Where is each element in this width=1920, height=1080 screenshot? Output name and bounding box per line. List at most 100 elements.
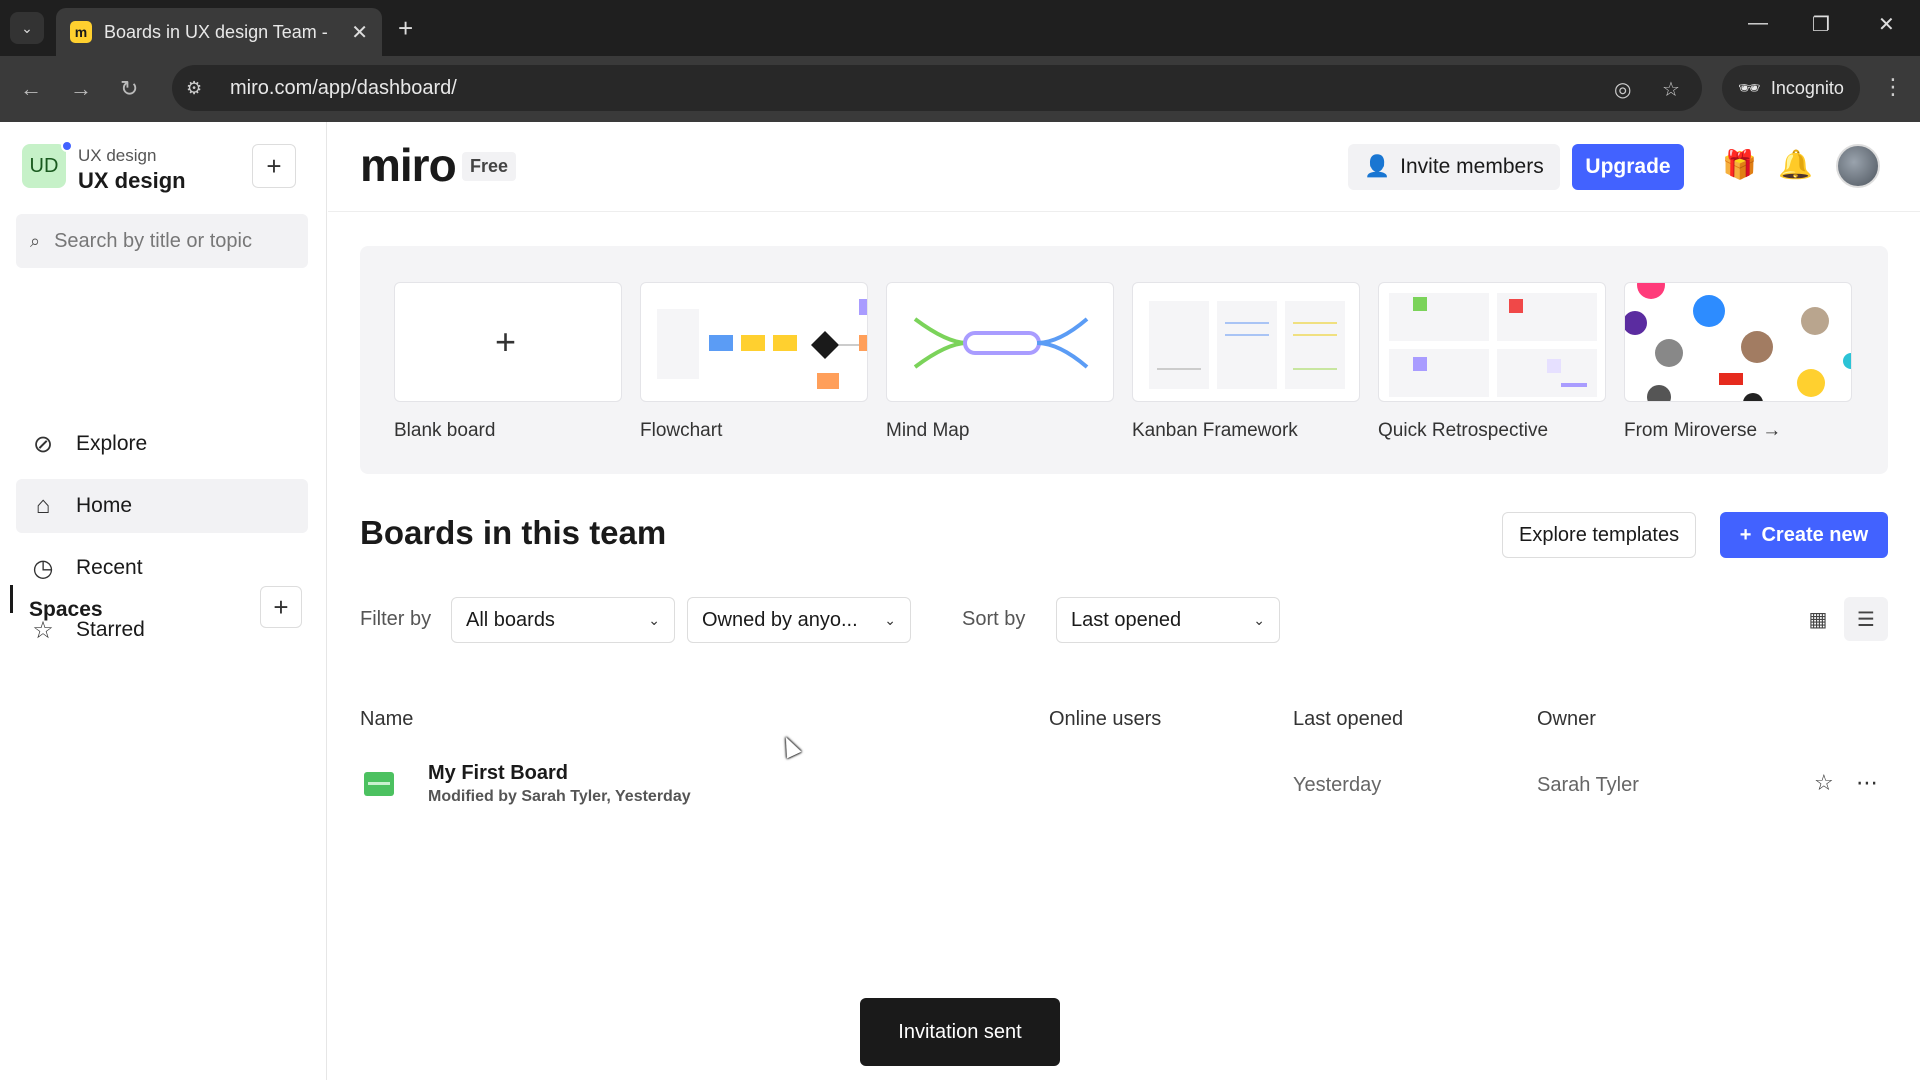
sidebar-item-label: Explore <box>76 432 148 455</box>
user-avatar[interactable] <box>1836 144 1880 188</box>
template-flowchart[interactable]: Flowchart <box>640 282 868 442</box>
flowchart-preview-icon <box>657 299 867 389</box>
filter-label: Filter by <box>360 608 432 630</box>
tab-title: Boards in UX design Team - Mir <box>104 21 334 42</box>
clock-icon: ◷ <box>32 554 54 582</box>
table-row[interactable]: My First Board Modified by Sarah Tyler, … <box>344 742 1888 822</box>
template-thumbnail[interactable]: + <box>394 282 622 402</box>
miro-favicon-icon: m <box>70 21 92 43</box>
column-header-last-opened[interactable]: Last opened <box>1293 708 1403 731</box>
add-team-button[interactable]: + <box>252 144 296 188</box>
owner-filter-select[interactable]: Owned by anyo... ⌄ <box>687 597 911 643</box>
star-icon[interactable]: ☆ <box>1814 770 1834 796</box>
chevron-down-icon: ⌄ <box>1253 611 1265 628</box>
template-quick-retrospective[interactable]: Quick Retrospective <box>1378 282 1606 442</box>
restore-icon[interactable]: ❐ <box>1812 12 1830 37</box>
template-label: From Miroverse → <box>1624 420 1782 441</box>
back-icon[interactable]: ← <box>20 76 42 102</box>
browser-tab[interactable]: m Boards in UX design Team - Mir ✕ <box>56 8 382 56</box>
more-options-icon[interactable]: ⋯ <box>1856 770 1878 796</box>
mind-map-preview-icon <box>913 317 1089 369</box>
chevron-down-icon: ⌄ <box>884 611 896 628</box>
column-header-online-users: Online users <box>1049 708 1162 730</box>
template-thumbnail[interactable] <box>886 282 1114 402</box>
kanban-preview-icon <box>1149 301 1345 389</box>
last-opened-cell: Yesterday <box>1293 774 1382 796</box>
board-icon <box>364 772 394 796</box>
plan-badge: Free <box>462 152 517 181</box>
omnibox[interactable]: ⚙ miro.com/app/dashboard/ ◎ ☆ <box>172 65 1702 111</box>
url-text: miro.com/app/dashboard/ <box>230 76 457 99</box>
search-input[interactable] <box>54 229 285 253</box>
toast-notification: Invitation sent <box>860 998 1060 1066</box>
tab-close-icon[interactable]: ✕ <box>351 20 368 45</box>
add-person-icon: 👤 <box>1364 155 1391 178</box>
template-label: Quick Retrospective <box>1378 420 1549 441</box>
home-icon: ⌂ <box>35 492 51 519</box>
create-new-label: Create new <box>1761 523 1869 546</box>
app-header: miro Free 👤 Invite members Upgrade 🎁 🔔 <box>328 122 1920 212</box>
spaces-label: Spaces <box>29 598 103 621</box>
reload-icon[interactable]: ↻ <box>120 76 138 102</box>
template-thumbnail[interactable] <box>1132 282 1360 402</box>
explore-templates-button[interactable]: Explore templates <box>1502 512 1697 558</box>
browser-tab-bar: ⌄ m Boards in UX design Team - Mir ✕ + —… <box>0 0 1920 56</box>
add-space-button[interactable]: + <box>260 586 302 628</box>
section-title: Boards in this team <box>360 514 667 551</box>
board-name[interactable]: My First Board <box>428 762 568 785</box>
template-blank-board[interactable]: + Blank board <box>394 282 622 442</box>
site-info-icon[interactable]: ⚙ <box>186 78 216 99</box>
new-tab-icon[interactable]: + <box>398 14 413 42</box>
tab-search-chevron-icon[interactable]: ⌄ <box>10 12 44 44</box>
grid-view-icon[interactable]: ▦ <box>1796 597 1840 641</box>
incognito-badge[interactable]: 🕶 Incognito <box>1722 65 1860 111</box>
template-label: Blank board <box>394 420 496 441</box>
column-header-owner[interactable]: Owner <box>1537 708 1596 731</box>
column-header-name[interactable]: Name <box>360 708 413 731</box>
upgrade-button[interactable]: Upgrade <box>1572 144 1684 190</box>
retrospective-preview-icon <box>1389 293 1597 397</box>
select-value: Last opened <box>1071 608 1182 631</box>
team-name[interactable]: UX design <box>78 168 186 194</box>
board-filter-select[interactable]: All boards ⌄ <box>451 597 675 643</box>
template-mind-map[interactable]: Mind Map <box>886 282 1114 442</box>
forward-icon[interactable]: → <box>70 76 92 102</box>
browser-menu-icon[interactable]: ⋮ <box>1882 74 1904 100</box>
chevron-down-icon: ⌄ <box>648 611 660 628</box>
plus-icon: + <box>1739 523 1752 546</box>
template-thumbnail[interactable] <box>1378 282 1606 402</box>
board-meta: Modified by Sarah Tyler, Yesterday <box>428 788 691 805</box>
template-label: Flowchart <box>640 420 723 441</box>
window-close-icon[interactable]: ✕ <box>1878 12 1895 37</box>
invite-members-button[interactable]: 👤 Invite members <box>1348 144 1560 190</box>
minimize-icon[interactable]: — <box>1748 12 1768 35</box>
templates-strip: + Blank board Flowchart Mind Map Kanban … <box>360 246 1888 474</box>
miro-logo[interactable]: miro <box>360 138 457 192</box>
bell-icon[interactable]: 🔔 <box>1778 148 1813 181</box>
sidebar-item-label: Home <box>76 494 133 517</box>
notification-dot <box>61 140 73 152</box>
plus-icon: + <box>495 321 517 362</box>
owner-cell: Sarah Tyler <box>1537 774 1639 796</box>
list-view-icon[interactable]: ☰ <box>1844 597 1888 641</box>
template-thumbnail[interactable] <box>1624 282 1852 402</box>
sidebar-item-explore[interactable]: ⊘ Explore <box>16 417 308 471</box>
incognito-icon: 🕶 <box>1738 77 1761 98</box>
create-new-button[interactable]: + Create new <box>1720 512 1888 558</box>
select-value: Owned by anyo... <box>702 608 858 631</box>
eye-off-icon[interactable]: ◎ <box>1614 77 1631 102</box>
search-box[interactable]: ⌕ <box>16 214 308 268</box>
gift-icon[interactable]: 🎁 <box>1722 148 1757 181</box>
template-kanban-framework[interactable]: Kanban Framework <box>1132 282 1360 442</box>
sidebar-item-home[interactable]: ⌂ Home <box>16 479 308 533</box>
sort-label: Sort by <box>962 608 1026 630</box>
incognito-label: Incognito <box>1770 77 1844 98</box>
team-avatar[interactable]: UD <box>22 144 66 188</box>
main-content: miro Free 👤 Invite members Upgrade 🎁 🔔 +… <box>328 122 1920 1080</box>
compass-icon: ⊘ <box>32 430 54 458</box>
template-thumbnail[interactable] <box>640 282 868 402</box>
template-label: Kanban Framework <box>1132 420 1298 441</box>
sort-select[interactable]: Last opened ⌄ <box>1056 597 1280 643</box>
template-from-miroverse[interactable]: From Miroverse → <box>1624 282 1852 442</box>
bookmark-star-icon[interactable]: ☆ <box>1662 77 1680 102</box>
